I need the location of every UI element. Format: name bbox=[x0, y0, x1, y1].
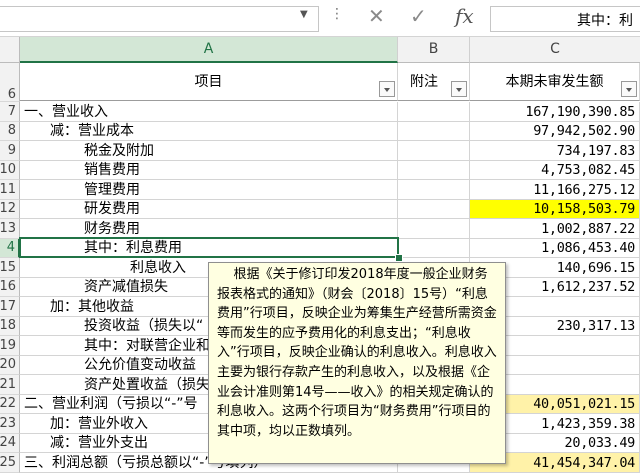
row-header[interactable]: 13 bbox=[0, 219, 20, 239]
row-header[interactable]: 11 bbox=[0, 180, 20, 200]
column-header-a[interactable]: A bbox=[20, 37, 398, 63]
formula-bar-grip-icon[interactable]: ⋮ bbox=[330, 6, 344, 22]
item-cell[interactable]: 其中：利息费用 bbox=[20, 239, 398, 258]
header-cell-item[interactable]: 项目 bbox=[20, 63, 398, 101]
row-header[interactable]: 9 bbox=[0, 141, 20, 161]
row-number: 9 bbox=[7, 143, 16, 158]
row-header[interactable]: 22 bbox=[0, 395, 20, 414]
name-box-dropdown-icon[interactable]: ▼ bbox=[300, 9, 308, 20]
row-number: 15 bbox=[0, 260, 16, 275]
row-header[interactable]: 8 bbox=[0, 122, 20, 141]
cancel-icon[interactable]: ✕ bbox=[368, 4, 385, 28]
item-cell[interactable]: 一、营业收入 bbox=[20, 102, 398, 122]
item-cell[interactable]: 财务费用 bbox=[20, 219, 398, 239]
row-number: 18 bbox=[0, 318, 16, 333]
note-cell[interactable] bbox=[398, 102, 470, 122]
row-number: 23 bbox=[0, 416, 16, 431]
cell-comment-note: 根据《关于修订印发2018年度一般企业财务报表格式的通知》（财会〔2018〕15… bbox=[208, 262, 506, 464]
row-number: 4 bbox=[6, 240, 15, 255]
row-header[interactable]: 4 bbox=[0, 239, 20, 258]
note-cell[interactable] bbox=[398, 239, 470, 258]
row-number: 25 bbox=[0, 455, 16, 470]
enter-check-icon[interactable]: ✓ bbox=[410, 4, 427, 28]
name-box[interactable] bbox=[0, 6, 319, 32]
row-number: 13 bbox=[0, 221, 16, 236]
amount-cell[interactable]: 1,086,453.40 bbox=[470, 239, 640, 258]
item-cell[interactable]: 管理费用 bbox=[20, 180, 398, 200]
row-header[interactable]: 23 bbox=[0, 414, 20, 434]
select-all-corner[interactable] bbox=[0, 37, 20, 63]
header-note-label: 附注 bbox=[410, 74, 438, 90]
amount-cell[interactable]: 11,166,275.12 bbox=[470, 180, 640, 200]
amount-cell[interactable]: 167,190,390.85 bbox=[470, 102, 640, 122]
row-number: 17 bbox=[0, 299, 16, 314]
note-cell[interactable] bbox=[398, 161, 470, 180]
row-header[interactable]: 19 bbox=[0, 336, 20, 356]
row-number: 21 bbox=[0, 377, 16, 392]
filter-dropdown-icon[interactable] bbox=[451, 81, 467, 97]
row-number: 8 bbox=[7, 123, 16, 138]
formula-bar: ▼ ⋮ ✕ ✓ fx 其中：利 bbox=[0, 0, 640, 37]
row-header[interactable]: 21 bbox=[0, 375, 20, 395]
row-number: 12 bbox=[0, 201, 16, 216]
amount-cell[interactable]: 734,197.83 bbox=[470, 141, 640, 161]
header-amount-label: 本期未审发生额 bbox=[505, 74, 604, 90]
filter-dropdown-icon[interactable] bbox=[621, 81, 637, 97]
note-cell[interactable] bbox=[398, 180, 470, 200]
row-number: 10 bbox=[0, 162, 16, 177]
column-header-b[interactable]: B bbox=[398, 37, 470, 63]
item-cell[interactable]: 减：营业成本 bbox=[20, 122, 398, 141]
filter-dropdown-icon[interactable] bbox=[379, 81, 395, 97]
note-cell[interactable] bbox=[398, 141, 470, 161]
note-cell[interactable] bbox=[398, 200, 470, 219]
row-header[interactable]: 6 bbox=[0, 63, 20, 102]
row-header[interactable]: 17 bbox=[0, 297, 20, 317]
row-number: 22 bbox=[0, 396, 16, 411]
insert-function-icon[interactable]: fx bbox=[455, 4, 474, 28]
formula-text: 其中：利 bbox=[577, 13, 633, 29]
row-header[interactable]: 25 bbox=[0, 453, 20, 473]
row-number: 19 bbox=[0, 338, 16, 353]
row-number: 24 bbox=[0, 435, 16, 450]
note-cell[interactable] bbox=[398, 219, 470, 239]
header-cell-amount[interactable]: 本期未审发生额 bbox=[470, 63, 640, 101]
row-header[interactable]: 12 bbox=[0, 200, 20, 219]
row-header[interactable]: 7 bbox=[0, 102, 20, 122]
row-header[interactable]: 10 bbox=[0, 161, 20, 180]
row-header[interactable]: 18 bbox=[0, 317, 20, 336]
amount-cell[interactable]: 10,158,503.79 bbox=[470, 200, 640, 219]
item-cell[interactable]: 研发费用 bbox=[20, 200, 398, 219]
amount-cell[interactable]: 1,002,887.22 bbox=[470, 219, 640, 239]
row-header[interactable]: 16 bbox=[0, 278, 20, 297]
column-header-c[interactable]: C bbox=[470, 37, 640, 63]
row-header[interactable]: 24 bbox=[0, 434, 20, 453]
row-header[interactable]: 15 bbox=[0, 258, 20, 278]
amount-cell[interactable]: 97,942,502.90 bbox=[470, 122, 640, 141]
amount-cell[interactable]: 4,753,082.45 bbox=[470, 161, 640, 180]
note-cell[interactable] bbox=[398, 122, 470, 141]
header-item-label: 项目 bbox=[194, 74, 223, 90]
row-header[interactable]: 20 bbox=[0, 356, 20, 375]
row-number: 7 bbox=[7, 104, 16, 119]
fill-handle[interactable] bbox=[395, 254, 403, 262]
item-cell[interactable]: 税金及附加 bbox=[20, 141, 398, 161]
row-number: 16 bbox=[0, 279, 16, 294]
row-number: 20 bbox=[0, 357, 16, 372]
item-cell[interactable]: 销售费用 bbox=[20, 161, 398, 180]
row-number: 11 bbox=[0, 182, 16, 197]
